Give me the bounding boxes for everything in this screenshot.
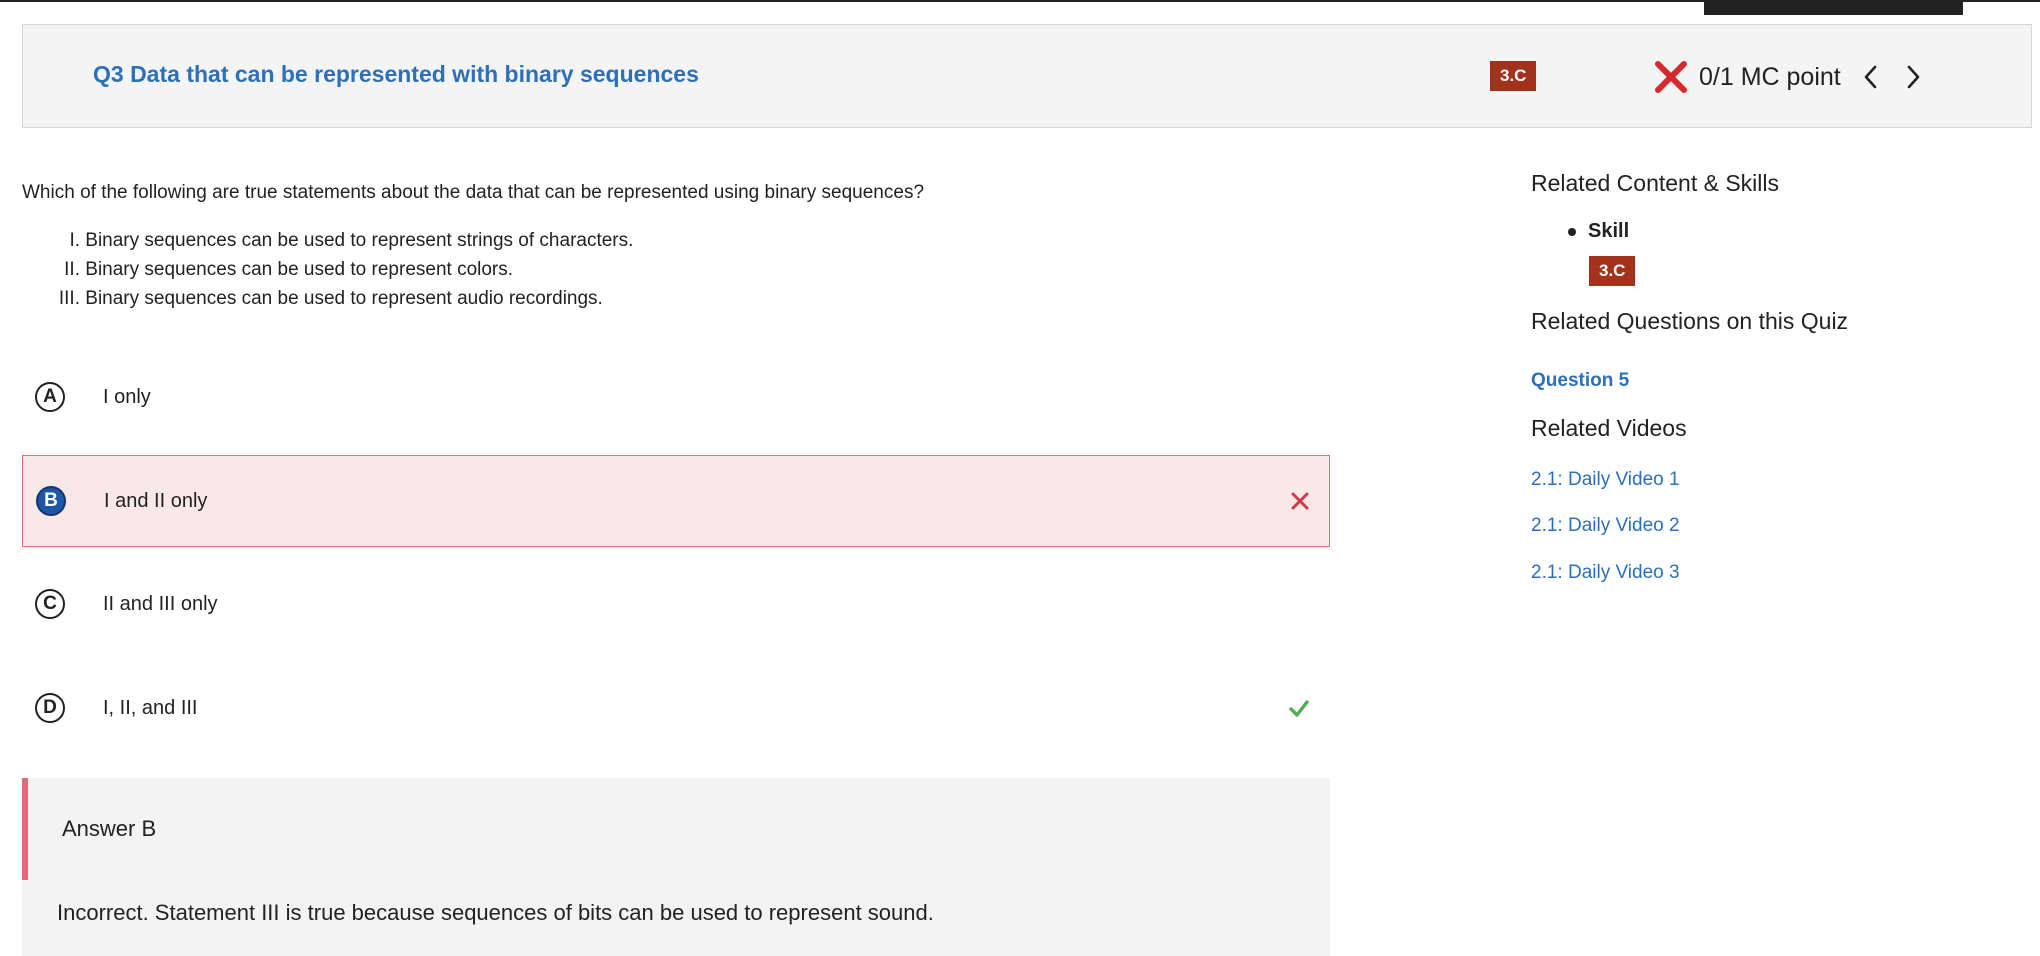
related-questions-heading: Related Questions on this Quiz	[1531, 308, 1849, 334]
related-question-link[interactable]: Question 5	[1531, 370, 1629, 392]
related-video-link-2[interactable]: 2.1: Daily Video 2	[1531, 515, 1680, 537]
choice-letter: A	[35, 382, 65, 412]
feedback-accent-bar	[22, 778, 28, 880]
related-video-link-3[interactable]: 2.1: Daily Video 3	[1531, 562, 1680, 584]
choice-letter: C	[35, 589, 65, 619]
next-question-button[interactable]	[1899, 62, 1929, 92]
incorrect-x-icon	[1655, 61, 1687, 93]
chevron-left-icon	[1864, 65, 1877, 89]
statement-number: II.	[64, 259, 80, 280]
answer-explanation: Incorrect. Statement III is true because…	[57, 900, 934, 925]
choice-text: I, II, and III	[103, 696, 198, 719]
check-icon	[1289, 700, 1309, 717]
bullet-icon	[1568, 227, 1576, 236]
question-prompt: Which of the following are true statemen…	[22, 182, 925, 203]
related-video-link-1[interactable]: 2.1: Daily Video 1	[1531, 469, 1680, 491]
chevron-right-icon	[1907, 65, 1920, 89]
answer-feedback: Answer B Incorrect. Statement III is tru…	[22, 778, 1330, 956]
answer-label: Answer B	[62, 816, 157, 841]
related-content-heading: Related Content & Skills	[1531, 170, 1780, 196]
x-icon	[1291, 492, 1309, 510]
choice-text: II and III only	[103, 592, 218, 615]
choice-b[interactable]: B I and II only	[22, 455, 1330, 547]
statement-number: I.	[69, 230, 80, 251]
choice-d[interactable]: D I, II, and III	[22, 662, 1330, 754]
choice-text: I and II only	[104, 489, 208, 512]
related-videos-heading: Related Videos	[1531, 415, 1687, 441]
statement-list: I. Binary sequences can be used to repre…	[40, 230, 634, 317]
choice-letter: B	[36, 486, 66, 516]
statement-text: Binary sequences can be used to represen…	[85, 259, 514, 280]
skill-badge: 3.C	[1490, 61, 1537, 91]
prev-question-button[interactable]	[1855, 62, 1885, 92]
sidebar-skill-badge: 3.C	[1589, 256, 1636, 286]
score-text: 0/1 MC point	[1699, 62, 1841, 91]
statement-item: I. Binary sequences can be used to repre…	[40, 230, 633, 259]
skill-label: Skill	[1588, 220, 1630, 242]
statement-text: Binary sequences can be used to represen…	[85, 230, 634, 251]
score-area: 0/1 MC point	[1653, 55, 1929, 99]
statement-text: Binary sequences can be used to represen…	[85, 288, 603, 309]
choice-c[interactable]: C II and III only	[22, 558, 1330, 650]
choice-letter: D	[35, 693, 65, 723]
statement-item: II. Binary sequences can be used to repr…	[40, 259, 633, 288]
question-header: Q3 Data that can be represented with bin…	[22, 24, 2032, 128]
choice-a[interactable]: A I only	[22, 351, 1330, 443]
statement-number: III.	[58, 288, 80, 309]
question-title[interactable]: Q3 Data that can be represented with bin…	[93, 61, 699, 88]
choice-text: I only	[103, 385, 151, 408]
skill-list-item: Skill	[1568, 220, 1629, 243]
top-tab	[1704, 0, 1963, 15]
statement-item: III. Binary sequences can be used to rep…	[40, 288, 633, 317]
